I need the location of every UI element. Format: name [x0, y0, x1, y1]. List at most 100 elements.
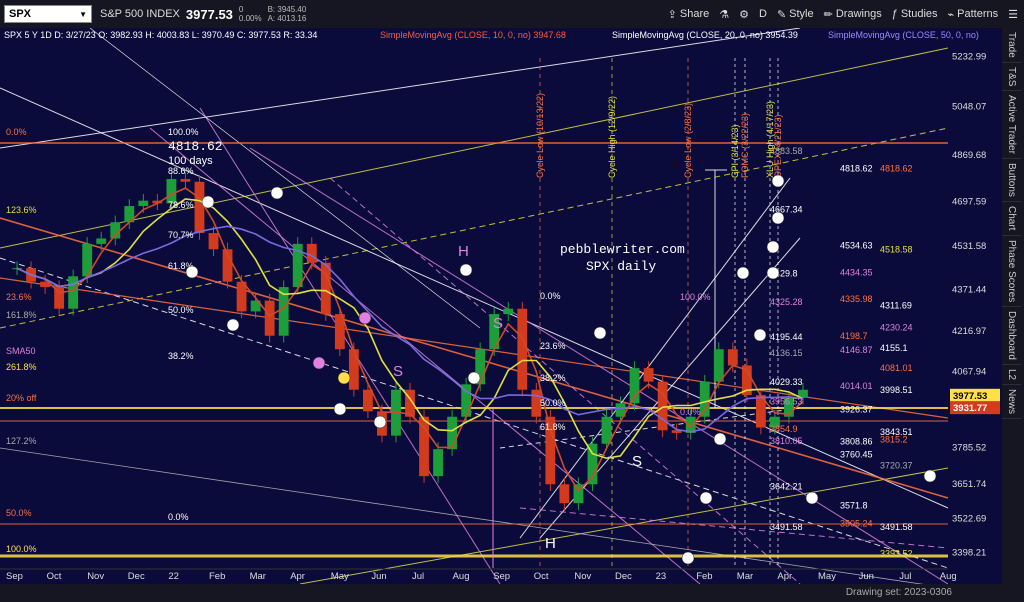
cycle-label: FOMC (3/22/23)	[740, 113, 750, 178]
y-tick-label: 3651.74	[952, 479, 986, 490]
fib-label: 0.0%	[6, 127, 27, 137]
level-label: 4146.87	[840, 345, 873, 355]
level-label: 3760.45	[840, 449, 873, 459]
share-icon: ⇪	[667, 8, 677, 21]
level-label: 3808.86	[840, 436, 873, 446]
candle-body	[601, 416, 612, 444]
flask-button[interactable]: ⚗	[719, 8, 729, 21]
marker-circle	[333, 402, 347, 416]
marker-circle	[270, 186, 284, 200]
x-tick-label: May	[331, 571, 349, 582]
marker-circle	[771, 174, 785, 188]
y-tick-label: 3398.21	[952, 547, 986, 558]
level-label: 3505.24	[840, 518, 873, 528]
bottom-bar: Drawing set: 2023-0306	[0, 584, 1024, 602]
marker-circle	[226, 318, 240, 332]
candle-body	[559, 484, 570, 504]
level-label: 3491.58	[880, 522, 913, 532]
level-label: 3926.37	[840, 405, 873, 415]
x-tick-label: Feb	[209, 571, 225, 582]
sidebar-tab[interactable]: L2	[1002, 365, 1021, 385]
marker-circle	[805, 491, 819, 505]
level-label: 3720.37	[880, 460, 913, 470]
candle-body	[180, 179, 191, 182]
legend-sma10: SimpleMovingAvg (CLOSE, 10, 0, no) 3947.…	[380, 30, 566, 40]
cycle-label: Cycle Low (2/8/23)	[683, 103, 693, 178]
marker-circle	[358, 311, 372, 325]
patterns-button[interactable]: ⌁ Patterns	[948, 8, 999, 21]
settings-button[interactable]: ⚙	[739, 8, 749, 21]
marker-circle	[373, 415, 387, 429]
fib-label: 23.6%	[540, 341, 566, 351]
fib-label: 78.6%	[168, 200, 194, 210]
y-tick-label: 4869.68	[952, 150, 986, 161]
x-tick-label: Sep	[493, 571, 510, 582]
marker-circle	[467, 371, 481, 385]
cycle-label: CPI (3/14/23)	[730, 124, 740, 178]
x-tick-label: Jul	[899, 571, 911, 582]
pattern-letter: S	[493, 315, 503, 332]
top-toolbar: SPX ▼ S&P 500 INDEX 3977.53 0 0.00% B: 3…	[0, 0, 1024, 29]
studies-button[interactable]: ƒ Studies	[892, 8, 938, 20]
period-label: D	[758, 8, 767, 20]
fib-label: 0.0%	[680, 407, 701, 417]
period-button[interactable]: D	[759, 8, 767, 20]
sidebar-tab[interactable]: Chart	[1002, 202, 1021, 236]
fib-label: 0.0%	[540, 291, 561, 301]
watermark-site: pebblewriter.com	[560, 242, 685, 257]
candle-body	[447, 416, 458, 450]
fib-label: SMA50	[6, 346, 36, 356]
marker-circle	[593, 326, 607, 340]
x-tick-label: Apr	[290, 571, 305, 582]
x-tick-label: Jun	[859, 571, 874, 582]
candle-body	[419, 416, 429, 477]
level-label: 4081.01	[880, 363, 913, 373]
marker-circle	[459, 263, 473, 277]
price-chart[interactable]: Cycle Low (10/13/22) Cycle High (12/9/22)…	[0, 27, 1002, 589]
sidebar-tab[interactable]: Active Trader	[1002, 91, 1021, 160]
candle-body	[657, 381, 668, 431]
sidebar-tab[interactable]: T&S	[1002, 63, 1021, 92]
x-tick-label: Dec	[615, 571, 632, 582]
x-tick-label: Sep	[6, 571, 23, 582]
fib-label: 23.6%	[6, 292, 32, 302]
level-label: 4325.28	[770, 297, 803, 307]
sidebar-tab[interactable]: Phase Scores	[1002, 236, 1021, 307]
candle-body	[54, 287, 65, 309]
candle-body	[643, 368, 654, 382]
change-block: 0 0.00%	[239, 5, 262, 23]
marker-circle	[337, 371, 351, 385]
candle-body	[194, 181, 205, 234]
price-axis: 5232.99 5048.07 4869.68 4697.59 4531.58 4371.…	[948, 28, 1002, 584]
candle-body	[348, 349, 359, 390]
y-tick-label: 4697.59	[952, 196, 986, 207]
y-tick-label: 5048.07	[952, 102, 986, 113]
sidebar-tab[interactable]: Trade	[1002, 28, 1021, 63]
x-tick-label: Oct	[534, 571, 549, 582]
sidebar-tab[interactable]: Buttons	[1002, 159, 1021, 203]
pattern-letter: S	[632, 453, 642, 470]
fib-label: 50.0%	[540, 398, 566, 408]
sidebar-tab[interactable]: News	[1002, 385, 1021, 419]
x-tick-label: Dec	[128, 571, 145, 582]
level-label: 4311.69	[880, 301, 912, 311]
candle-body	[138, 200, 149, 207]
drawings-button[interactable]: ✏ Drawings	[824, 8, 882, 21]
sidebar-tab[interactable]: Dashboard	[1002, 307, 1021, 365]
menu-button[interactable]: ☰	[1008, 8, 1018, 21]
chart-area[interactable]: Cycle Low (10/13/22) Cycle High (12/9/22)…	[0, 27, 1002, 589]
share-button[interactable]: ⇪ Share	[668, 8, 710, 21]
x-tick-label: Mar	[250, 571, 266, 582]
level-label: 4155.1	[880, 343, 908, 353]
fib-label: 61.8%	[540, 422, 566, 432]
symbol-input[interactable]: SPX ▼	[4, 5, 92, 23]
marker-circle	[713, 432, 727, 446]
style-button[interactable]: ✎ Style	[777, 8, 814, 21]
level-label: 3810.05	[770, 436, 803, 446]
level-label: 4335.98	[840, 294, 873, 304]
marker-circle	[312, 356, 326, 370]
x-tick-label: Jun	[371, 571, 386, 582]
fib-label: 50.0%	[168, 305, 194, 315]
level-label: 4014.01	[840, 381, 873, 391]
level-label: 3393.52	[880, 549, 913, 559]
